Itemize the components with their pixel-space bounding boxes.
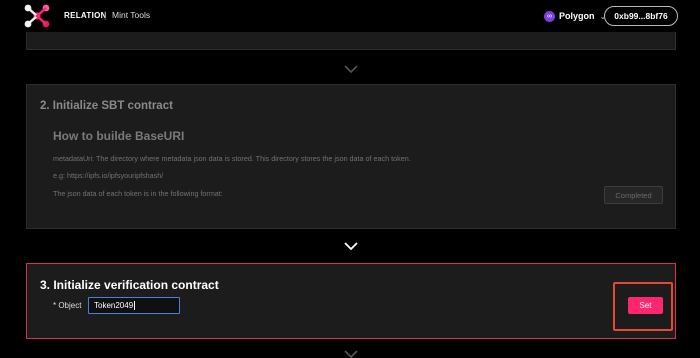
brand-name: RELATION	[64, 11, 107, 20]
object-field-label: * Object	[53, 301, 82, 310]
brand-separator: |	[104, 10, 107, 20]
step-2-card: 2. Initialize SBT contract How to builde…	[26, 84, 676, 229]
step-2-title: 2. Initialize SBT contract	[40, 100, 173, 112]
step-3-card: 3. Initialize verification contract * Ob…	[26, 263, 676, 339]
product-name: Mint Tools	[112, 10, 151, 20]
step-1-card-bottom	[26, 32, 676, 50]
object-input-value: Token2049	[94, 301, 134, 310]
network-label: Polygon	[559, 11, 595, 21]
step-2-text-line: The json data of each token is in the fo…	[53, 189, 223, 198]
wallet-address-button[interactable]: 0xb99...8bf76	[604, 6, 678, 26]
chevron-down-icon	[344, 65, 358, 73]
text-cursor	[134, 301, 136, 310]
step-2-text-line: metadataUri: The directory where metadat…	[53, 154, 411, 163]
completed-button[interactable]: Completed	[604, 186, 663, 204]
step-3-title: 3. Initialize verification contract	[40, 278, 219, 292]
set-button[interactable]: Set	[628, 297, 663, 314]
relation-logo-icon[interactable]	[24, 4, 50, 28]
chevron-down-icon	[344, 350, 358, 358]
chevron-down-icon	[344, 242, 358, 250]
step-2-text-line: e.g: https://ipfs.io/ipfsyouripfshash/	[53, 171, 164, 180]
object-input[interactable]: Token2049	[88, 297, 180, 314]
network-selector[interactable]: ∞ Polygon ⌄	[544, 9, 606, 23]
top-bar: RELATION | Mint Tools ∞ Polygon ⌄ 0xb99.…	[0, 0, 700, 32]
step-2-subtitle: How to builde BaseURI	[53, 129, 185, 143]
polygon-icon: ∞	[544, 10, 555, 22]
